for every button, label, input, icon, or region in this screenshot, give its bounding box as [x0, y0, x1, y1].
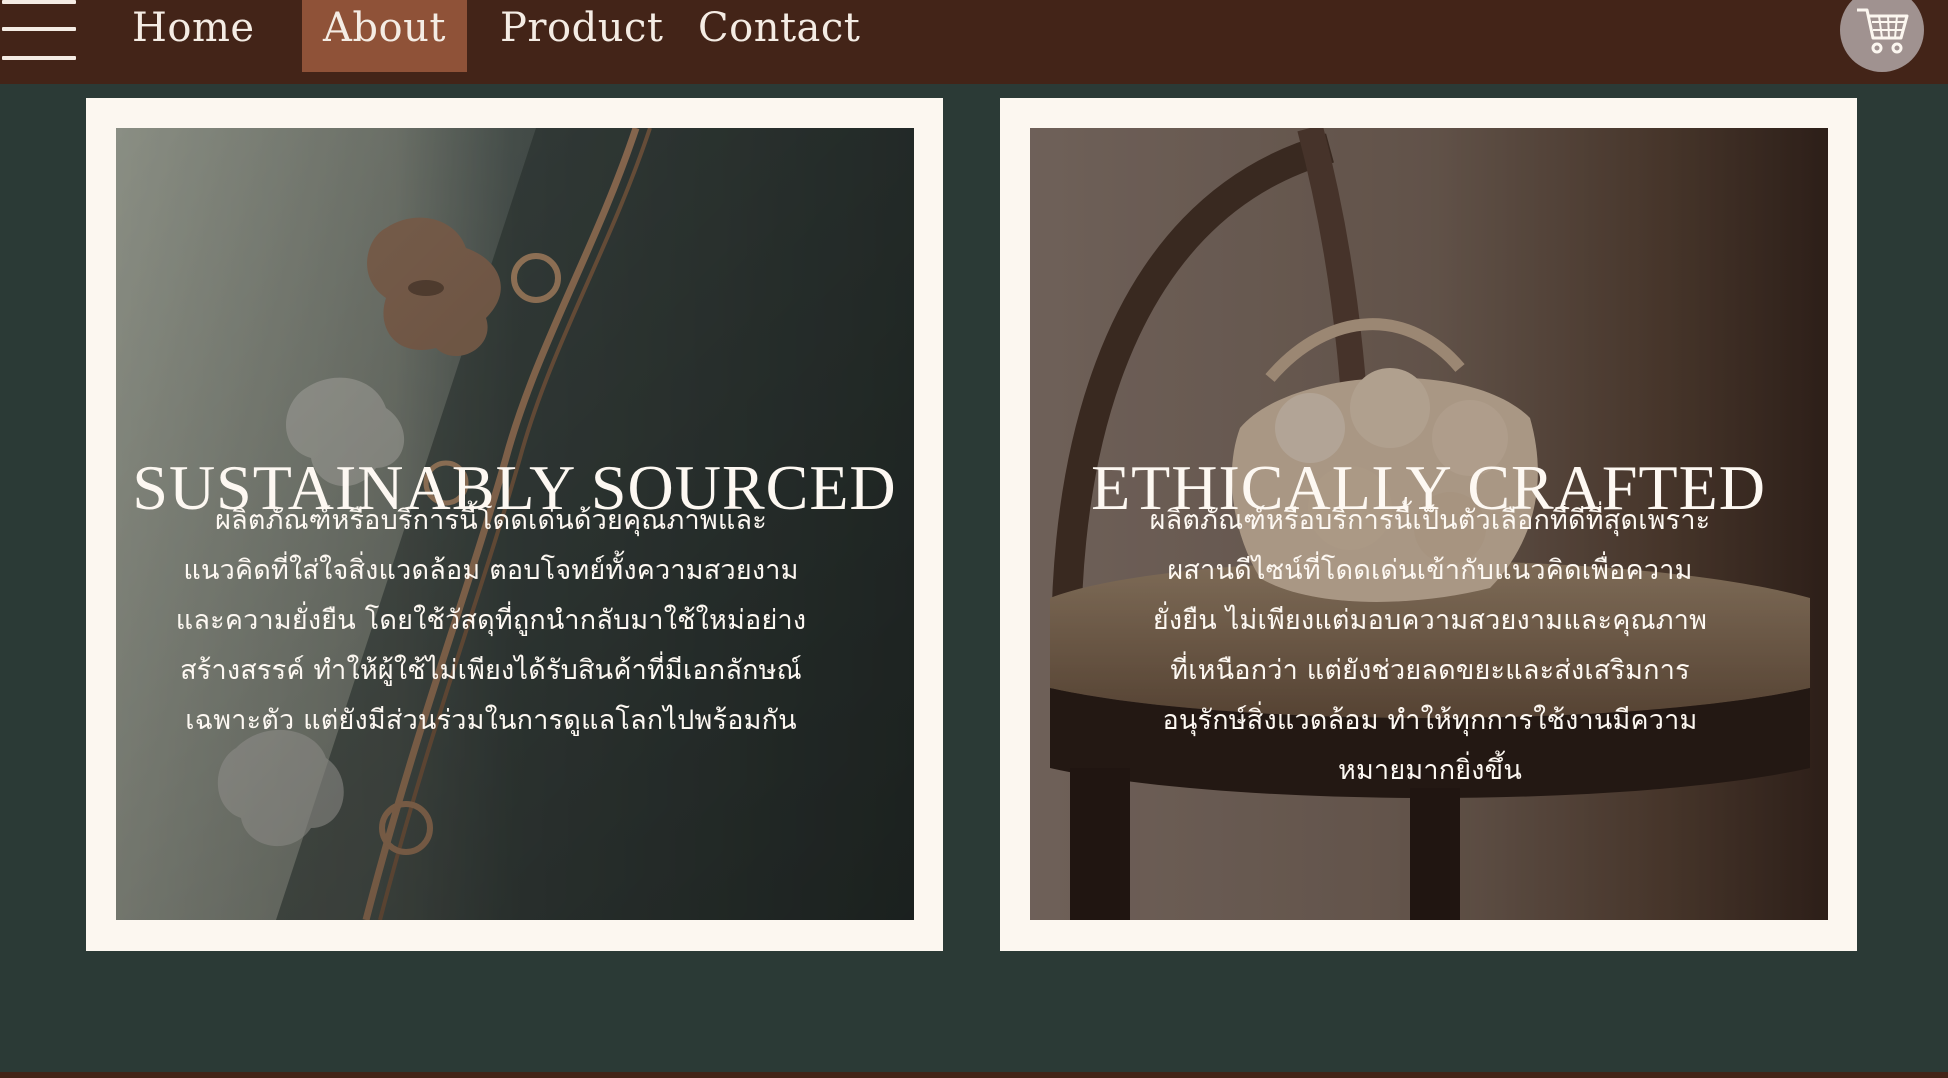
- nav-product-link[interactable]: Product: [500, 0, 663, 72]
- card-description: ผลิตภัณฑ์หรือบริการนี้เป็นตัวเลือกที่ดีท…: [1149, 505, 1711, 786]
- top-navigation-bar: Home About Product Contact: [0, 0, 1948, 84]
- sustainably-sourced-card: SUSTAINABLY SOURCED ผลิตภัณฑ์หรือบริการน…: [86, 98, 943, 951]
- hamburger-menu-icon[interactable]: [2, 0, 76, 64]
- nav-contact-link[interactable]: Contact: [698, 0, 860, 72]
- menu-line: [2, 56, 76, 60]
- footer-edge: [0, 1072, 1948, 1078]
- cart-button[interactable]: [1840, 0, 1924, 72]
- shopping-cart-icon: [1857, 8, 1909, 54]
- nav-about-link[interactable]: About: [302, 0, 467, 72]
- menu-line: [2, 27, 76, 31]
- menu-line: [2, 0, 76, 4]
- nav-home-link[interactable]: Home: [132, 0, 255, 72]
- card-description: ผลิตภัณฑ์หรือบริการนี้โดดเด่นด้วยคุณภาพแ…: [175, 505, 807, 736]
- ethically-crafted-card: ETHICALLY CRAFTED ผลิตภัณฑ์หรือบริการนี้…: [1000, 98, 1857, 951]
